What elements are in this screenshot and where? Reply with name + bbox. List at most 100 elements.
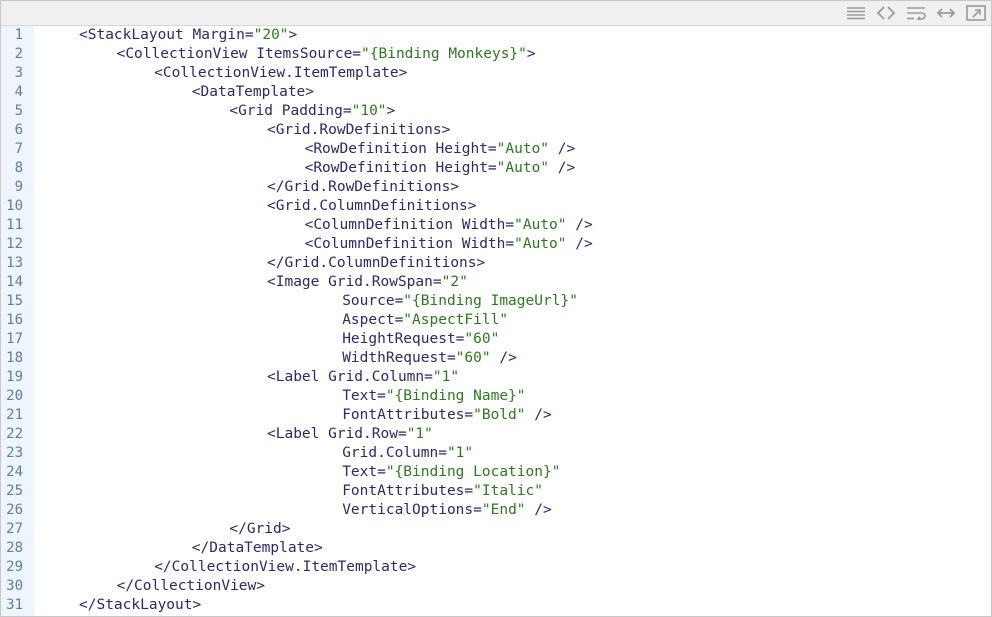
attribute-value: "Bold" (473, 407, 526, 423)
attribute-value: "1" (432, 369, 460, 385)
attribute-value: "60" (464, 331, 500, 347)
code-line: 22 <Label Grid.Row="1" (1, 425, 991, 444)
code-line: 19 <Label Grid.Column="1" (1, 368, 991, 387)
line-number: 19 (6, 369, 23, 385)
code-text: <Grid.ColumnDefinitions> (267, 197, 477, 216)
markup-token: <RowDefinition Height= (304, 160, 497, 176)
markup-token: /> (549, 160, 576, 176)
code-line: 21 FontAttributes="Bold" /> (1, 406, 991, 425)
line-number: 30 (6, 578, 23, 594)
code-line: 8 <RowDefinition Height="Auto" /> (1, 159, 991, 178)
attribute-value: "{Binding Monkeys}" (361, 46, 527, 62)
line-number: 4 (14, 84, 23, 100)
line-number: 3 (14, 65, 23, 81)
attribute-value: "1" (446, 445, 474, 461)
line-number: 17 (6, 331, 23, 347)
code-text: </CollectionView.ItemTemplate> (154, 558, 416, 577)
markup-token: <Image Grid.RowSpan= (267, 274, 442, 290)
wrap-lines-icon[interactable] (905, 4, 927, 22)
code-text: </StackLayout> (79, 596, 201, 615)
code-line: 6 <Grid.RowDefinitions> (1, 121, 991, 140)
code-line: 2 <CollectionView ItemsSource="{Binding M… (1, 45, 991, 64)
code-text: <Image Grid.RowSpan="2" (267, 273, 468, 292)
attribute-value: "{Binding ImageUrl}" (403, 293, 578, 309)
line-number: 8 (14, 160, 23, 176)
markup-token: FontAttributes= (342, 483, 474, 499)
attribute-value: "60" (455, 350, 491, 366)
markup-token: > (288, 27, 298, 43)
line-number: 20 (6, 388, 23, 404)
markup-token: > (386, 103, 396, 119)
code-line: 14 <Image Grid.RowSpan="2" (1, 273, 991, 292)
markup-token: WidthRequest= (342, 350, 456, 366)
markup-token: > (526, 46, 536, 62)
line-number: 1 (14, 27, 23, 43)
markup-token: <RowDefinition Height= (304, 141, 497, 157)
markup-token: <Label Grid.Column= (267, 369, 433, 385)
line-number: 23 (6, 445, 23, 461)
code-line: 18 WidthRequest="60" /> (1, 349, 991, 368)
code-line: 3 <CollectionView.ItemTemplate> (1, 64, 991, 83)
code-text: Aspect="AspectFill" (342, 311, 508, 330)
code-text: <DataTemplate> (192, 83, 314, 102)
code-text: <StackLayout Margin="20"> (79, 26, 297, 45)
code-text: <Grid Padding="10"> (229, 102, 395, 121)
markup-token: </Grid.ColumnDefinitions> (267, 255, 486, 271)
line-number: 29 (6, 559, 23, 575)
line-number: 16 (6, 312, 23, 328)
code-text: </CollectionView> (117, 577, 265, 596)
code-area: 1 <StackLayout Margin="20"> 2 <CollectionVi… (1, 26, 991, 616)
attribute-value: "Italic" (473, 483, 543, 499)
code-line: 7 <RowDefinition Height="Auto" /> (1, 140, 991, 159)
attribute-value: "Auto" (514, 217, 567, 233)
attribute-value: "Auto" (496, 160, 550, 176)
line-number: 11 (6, 217, 23, 233)
markup-token: <CollectionView.ItemTemplate> (154, 65, 408, 81)
code-text: </Grid.RowDefinitions> (267, 178, 459, 197)
code-text: <RowDefinition Height="Auto" /> (305, 140, 576, 159)
code-line: 25 FontAttributes="Italic" (1, 482, 991, 501)
markup-token: </Grid> (229, 521, 291, 537)
attribute-value: "AspectFill" (403, 312, 509, 328)
markup-token: <StackLayout Margin= (79, 27, 254, 43)
markup-token: </DataTemplate> (191, 540, 323, 556)
attribute-value: "10" (351, 103, 387, 119)
code-text: <ColumnDefinition Width="Auto" /> (305, 216, 593, 235)
line-number: 27 (6, 521, 23, 537)
markup-token: <Grid.RowDefinitions> (267, 122, 451, 138)
code-line: 11 <ColumnDefinition Width="Auto" /> (1, 216, 991, 235)
attribute-value: "2" (441, 274, 468, 290)
markup-token: <Label Grid.Row= (267, 426, 407, 442)
code-line: 4 <DataTemplate> (1, 83, 991, 102)
code-icon[interactable] (875, 4, 897, 22)
attribute-value: "End" (481, 502, 526, 518)
code-line: 24 Text="{Binding Location}" (1, 463, 991, 482)
code-line: 1 <StackLayout Margin="20"> (1, 26, 991, 45)
code-text: <Label Grid.Row="1" (267, 425, 433, 444)
line-number: 5 (14, 103, 23, 119)
code-line: 30 </CollectionView> (1, 577, 991, 596)
open-window-icon[interactable] (965, 4, 987, 22)
line-number: 24 (6, 464, 23, 480)
code-toolbar (1, 1, 991, 26)
markup-token: FontAttributes= (342, 407, 474, 423)
line-number: 6 (14, 122, 23, 138)
code-line: 13 </Grid.ColumnDefinitions> (1, 254, 991, 273)
markup-token: /> (525, 407, 552, 423)
line-number: 15 (6, 293, 23, 309)
code-text: <ColumnDefinition Width="Auto" /> (305, 235, 593, 254)
expand-width-icon[interactable] (935, 4, 957, 22)
code-line: 23 Grid.Column="1" (1, 444, 991, 463)
code-text: </Grid> (229, 520, 290, 539)
view-source-icon[interactable] (845, 4, 867, 22)
code-line: 29 </CollectionView.ItemTemplate> (1, 558, 991, 577)
code-text: Source="{Binding ImageUrl}" (342, 292, 578, 311)
code-text: HeightRequest="60" (342, 330, 499, 349)
markup-token: </Grid.RowDefinitions> (267, 179, 460, 195)
markup-token: </CollectionView> (116, 578, 265, 594)
code-line: 9 </Grid.RowDefinitions> (1, 178, 991, 197)
code-line: 27 </Grid> (1, 520, 991, 539)
line-number: 9 (14, 179, 23, 195)
code-line: 12 <ColumnDefinition Width="Auto" /> (1, 235, 991, 254)
markup-token: <Grid Padding= (229, 103, 352, 119)
